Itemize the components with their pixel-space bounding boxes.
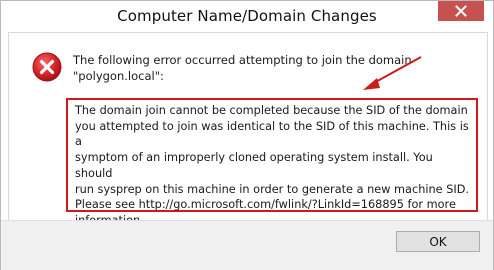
dialog-content: The following error occurred attempting … — [8, 32, 488, 227]
title-bar[interactable]: Computer Name/Domain Changes — [1, 1, 493, 32]
domain-name-text: "polygon.local": — [73, 69, 164, 83]
close-button[interactable] — [438, 1, 484, 21]
error-intro-text: The following error occurred attempting … — [73, 52, 453, 84]
dialog-window: Computer Name/Domain Changes The followi… — [0, 0, 494, 270]
ok-button[interactable]: OK — [396, 231, 480, 252]
error-icon — [32, 52, 62, 82]
detail-line: The domain join cannot be completed beca… — [75, 104, 468, 117]
button-bar: OK — [1, 220, 493, 270]
close-icon — [455, 5, 467, 17]
window-title: Computer Name/Domain Changes — [117, 7, 377, 25]
detail-line: you attempted to join was identical to t… — [75, 119, 469, 149]
error-intro-line: The following error occurred attempting … — [73, 53, 412, 67]
detail-line: symptom of an improperly cloned operatin… — [75, 151, 433, 180]
error-detail-text: The domain join cannot be completed beca… — [75, 103, 471, 229]
highlighted-error-detail: The domain join cannot be completed beca… — [66, 98, 478, 227]
detail-line: Please see http://go.microsoft.com/fwlin… — [75, 198, 456, 212]
detail-line: run sysprep on this machine in order to … — [75, 182, 469, 196]
